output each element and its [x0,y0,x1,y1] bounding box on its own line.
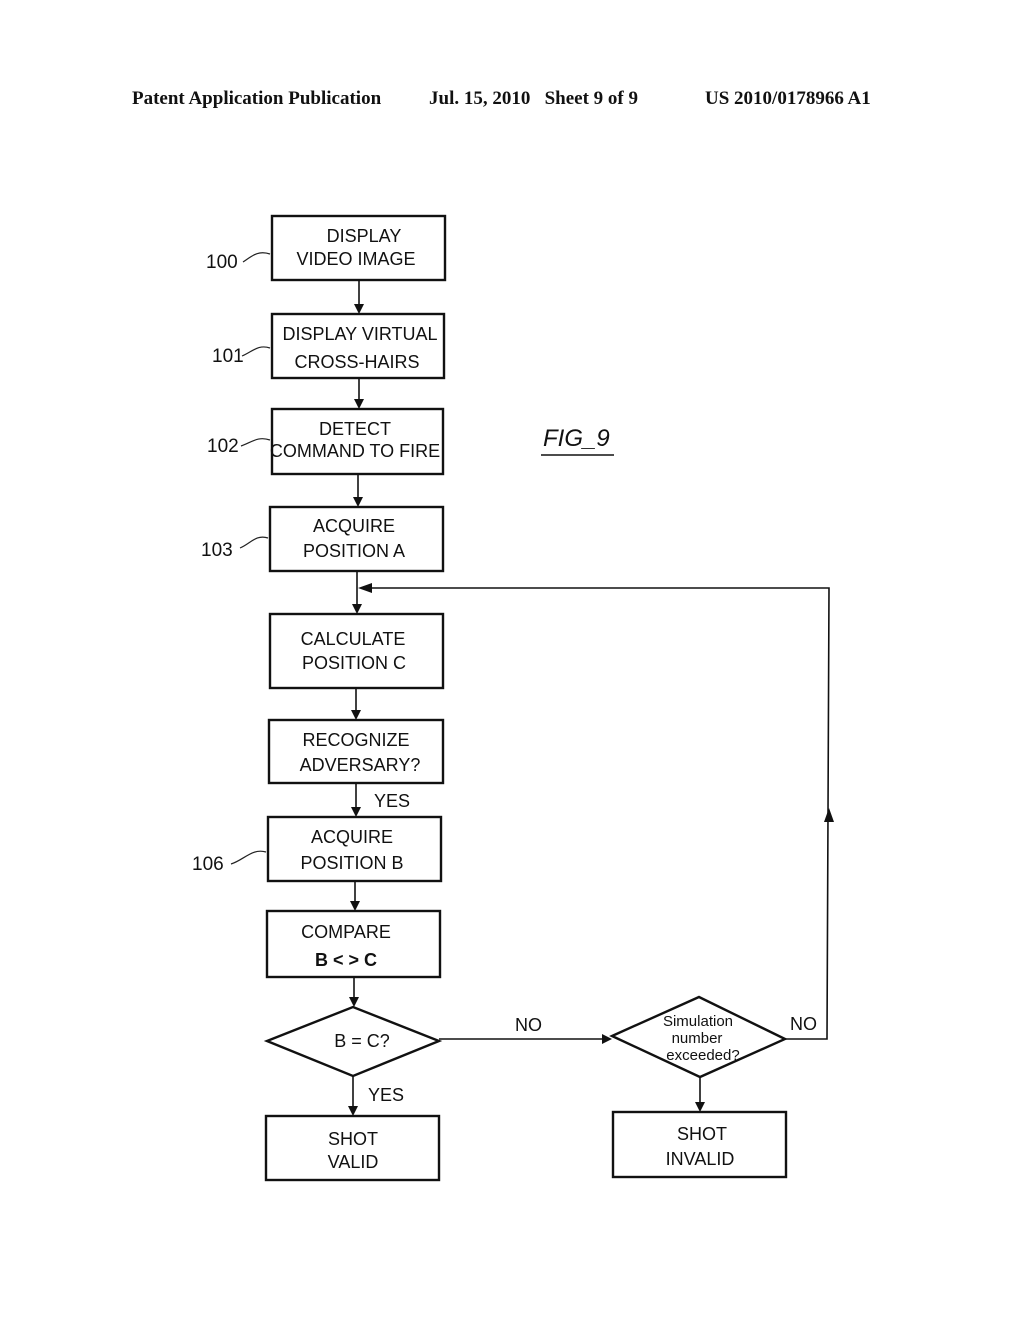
decision-simulation-number-exceeded: Simulation number exceeded? [609,995,788,1079]
leader-line [241,346,271,357]
step-line: B < > C [315,950,377,970]
arrowhead [352,604,362,614]
decision-text: Simulation [663,1013,733,1030]
step-line: DISPLAY [327,226,402,246]
step-line: DISPLAY VIRTUAL [282,324,437,344]
step-recognize-adversary: RECOGNIZE ADVERSARY? [267,718,445,785]
leader-line [242,252,271,263]
step-line: POSITION A [303,541,405,561]
edge-label-yes: YES [374,791,410,811]
arrowhead [824,808,834,822]
step-line: POSITION C [302,653,406,673]
decision-text: number [672,1030,723,1047]
step-line: ACQUIRE [311,827,393,847]
arrowhead [351,807,361,817]
terminal-shot-invalid: SHOT INVALID [611,1110,788,1179]
arrowhead [348,1106,358,1116]
reference-numeral: 103 [201,540,233,561]
leader-line [240,438,271,447]
reference-numeral: 100 [206,252,238,273]
reference-numeral: 102 [207,436,239,457]
arrowhead [353,497,363,507]
arrowhead [349,997,359,1007]
step-line: COMPARE [301,922,391,942]
step-detect-command-to-fire: DETECT COMMAND TO FIRE [270,407,445,476]
arrowhead [354,304,364,314]
step-line: RECOGNIZE [302,730,409,750]
step-compare-b-c: COMPARE B < > C [265,909,442,979]
decision-b-equals-c: B = C? [263,1005,443,1078]
flowchart-diagram: FIG_9 DISPLAY VIDEO IMAGE 100 DISPLAY VI… [192,214,834,1182]
step-line: ADVERSARY? [300,755,421,775]
leader-line [239,536,269,549]
terminal-line: VALID [328,1152,379,1172]
terminal-line: INVALID [666,1149,735,1169]
arrowhead [351,710,361,720]
step-display-virtual-cross-hairs: DISPLAY VIRTUAL CROSS-HAIRS [270,312,446,380]
arrowhead [695,1102,705,1112]
terminal-shot-valid: SHOT VALID [264,1114,441,1182]
reference-numeral: 106 [192,854,224,875]
step-line: DETECT [319,419,391,439]
decision-text: exceeded? [666,1047,739,1064]
leader-line [230,850,267,865]
decision-text: B = C? [334,1031,390,1051]
step-line: VIDEO IMAGE [296,249,415,269]
arrowhead [350,901,360,911]
step-line: POSITION B [300,853,403,873]
step-line: ACQUIRE [313,516,395,536]
step-display-video-image: DISPLAY VIDEO IMAGE [270,214,447,282]
arrowhead [358,583,372,593]
step-calculate-position-c: CALCULATE POSITION C [268,612,445,690]
step-acquire-position-a: ACQUIRE POSITION A [268,505,445,573]
connectors [348,280,834,1116]
figure-label: FIG_9 [543,425,610,452]
step-acquire-position-b: ACQUIRE POSITION B [266,815,443,883]
arrowhead [354,399,364,409]
terminal-line: SHOT [328,1129,378,1149]
step-line: COMMAND TO FIRE [270,441,440,461]
step-line: CROSS-HAIRS [294,352,419,372]
edge-label-yes: YES [368,1085,404,1105]
terminal-line: SHOT [677,1124,727,1144]
edge-label-no: NO [790,1014,817,1034]
edge-label-no: NO [515,1015,542,1035]
step-line: CALCULATE [301,629,406,649]
reference-numeral: 101 [212,346,244,367]
